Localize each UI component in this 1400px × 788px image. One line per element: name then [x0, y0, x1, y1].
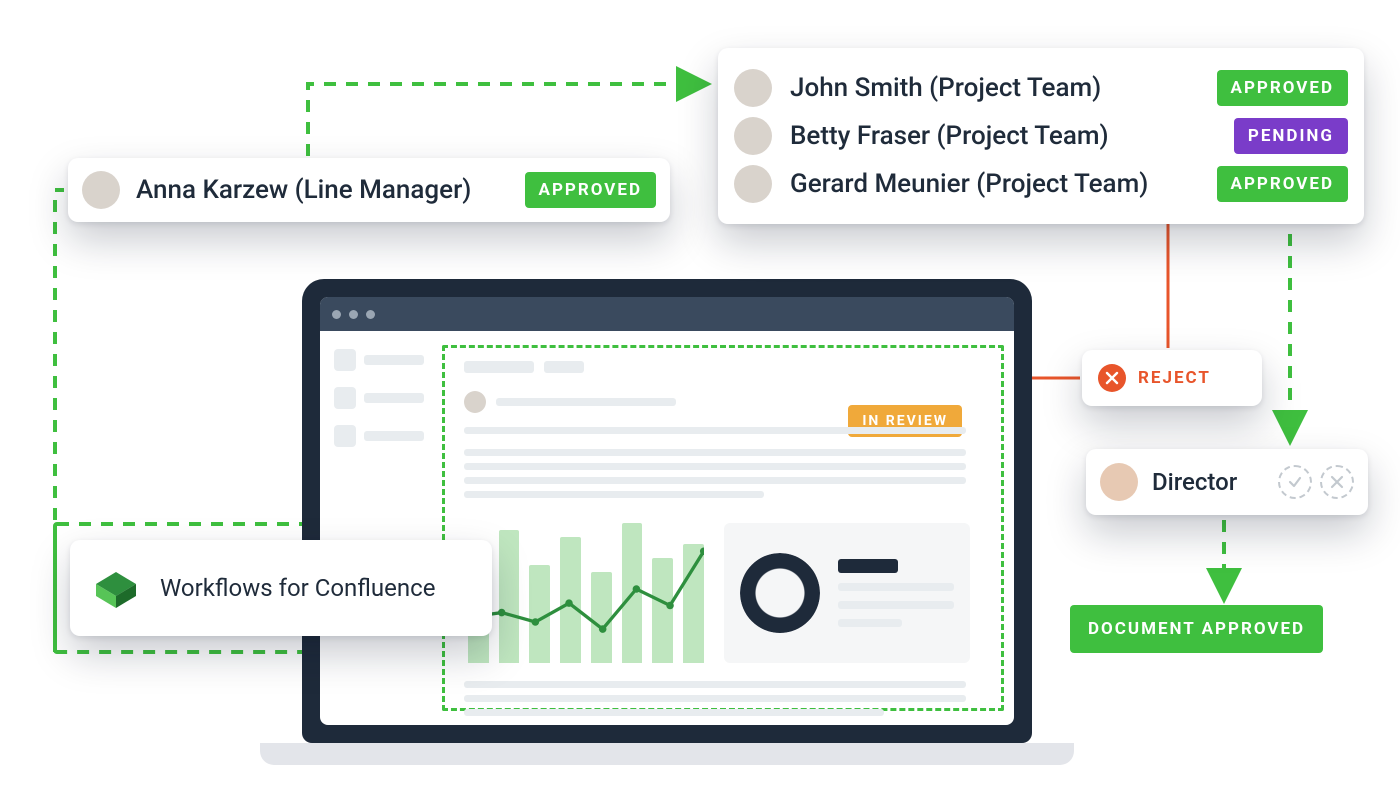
- window-dot: [366, 310, 375, 319]
- avatar: [734, 69, 772, 107]
- reject-label: REJECT: [1138, 368, 1211, 388]
- bar: [652, 558, 673, 663]
- status-badge: APPROVED: [525, 172, 656, 208]
- bar: [499, 530, 520, 663]
- approver-name: Gerard Meunier (Project Team): [790, 169, 1148, 199]
- approver-name: John Smith (Project Team): [790, 73, 1101, 103]
- workflows-logo-icon: [92, 564, 140, 612]
- director-title: Director: [1152, 468, 1237, 496]
- status-badge: APPROVED: [1217, 70, 1348, 106]
- confluence-page-mock: IN REVIEW: [320, 297, 1014, 725]
- approver-card-stage2: John Smith (Project Team) APPROVED Betty…: [718, 48, 1364, 224]
- window-dot: [332, 310, 341, 319]
- approver-card-stage1: Anna Karzew (Line Manager) APPROVED: [68, 158, 670, 222]
- final-status: DOCUMENT APPROVED: [1070, 605, 1323, 653]
- laptop: IN REVIEW: [302, 279, 1032, 765]
- donut-card: [724, 523, 970, 663]
- avatar: [82, 171, 120, 209]
- team-row: Gerard Meunier (Project Team) APPROVED: [734, 160, 1348, 208]
- close-circle-icon: [1098, 364, 1126, 392]
- bar-chart: [468, 523, 704, 663]
- avatar: [734, 165, 772, 203]
- page-sidebar: [320, 331, 438, 725]
- bar: [529, 565, 550, 663]
- approve-icon[interactable]: [1278, 465, 1312, 499]
- product-name: Workflows for Confluence: [160, 574, 435, 602]
- approver-name: Betty Fraser (Project Team): [790, 121, 1109, 151]
- window-titlebar: [320, 297, 1014, 331]
- reject-action-card[interactable]: REJECT: [1082, 350, 1262, 406]
- team-row: Betty Fraser (Project Team) PENDING: [734, 112, 1348, 160]
- window-dot: [349, 310, 358, 319]
- page-author-avatar: [464, 391, 486, 413]
- bar: [560, 537, 581, 663]
- status-badge: PENDING: [1234, 118, 1348, 154]
- approver-card-director: Director: [1086, 449, 1368, 515]
- status-badge: APPROVED: [1217, 166, 1348, 202]
- chart-row: [468, 523, 970, 663]
- bar: [683, 544, 704, 663]
- bar: [622, 523, 643, 663]
- avatar: [1100, 463, 1138, 501]
- team-row: John Smith (Project Team) APPROVED: [734, 64, 1348, 112]
- bar: [591, 572, 612, 663]
- avatar: [734, 117, 772, 155]
- approver-name: Anna Karzew (Line Manager): [136, 175, 471, 205]
- document-approved-badge: DOCUMENT APPROVED: [1070, 605, 1323, 653]
- donut-chart: [740, 553, 820, 633]
- reject-icon[interactable]: [1320, 465, 1354, 499]
- product-card: Workflows for Confluence: [70, 540, 492, 636]
